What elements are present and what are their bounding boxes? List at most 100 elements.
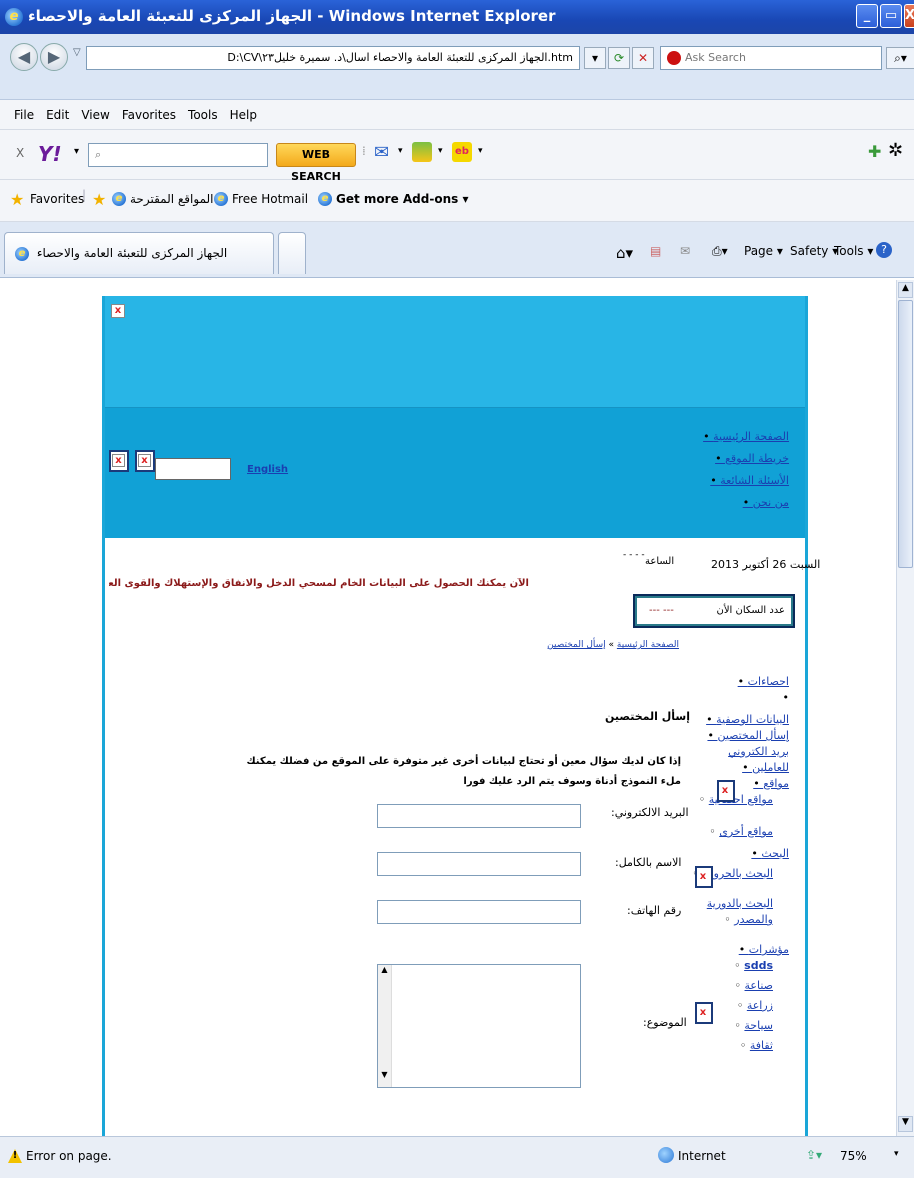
toolbar-close-button[interactable]: X [16, 146, 24, 160]
status-text[interactable]: Error on page. [26, 1149, 112, 1163]
side-nav-search-periodic[interactable]: البحث بالدورية والمصدر [707, 897, 773, 926]
window-title: الجهاز المركزى للتعبئة العامة والاحصاء -… [28, 7, 556, 25]
warning-icon[interactable]: ! [8, 1149, 22, 1163]
yahoo-dropdown-icon[interactable]: ▾ [74, 146, 79, 157]
search-input[interactable]: Ask Search [660, 46, 882, 70]
add-button-icon[interactable]: ✚ [868, 142, 881, 161]
side-nav-sites[interactable]: مواقع [753, 777, 789, 790]
side-nav-other-sites[interactable]: مواقع أخرى [719, 825, 773, 838]
settings-gear-icon[interactable]: ✲ [888, 140, 903, 161]
side-nav-sdds[interactable]: sdds [744, 959, 773, 972]
address-input[interactable]: D:\CV\الجهاز المركزى للتعبئة العامة والا… [86, 46, 580, 70]
nav-faq[interactable]: الأسئلة الشائعة [710, 474, 789, 487]
safety-menu[interactable]: Safety ▾ [790, 244, 838, 258]
side-nav-staff-mail[interactable]: بريد الكتروني للعاملين [728, 745, 789, 774]
side-nav-indicators[interactable]: مؤشرات [739, 943, 789, 956]
feeds-icon[interactable]: ▤ [650, 244, 661, 258]
home-icon[interactable]: ⌂▾ [616, 244, 633, 262]
free-hotmail-link[interactable]: Free Hotmail [232, 192, 308, 206]
tab-title: الجهاز المركزى للتعبئة العامة والاحصاء [36, 246, 228, 260]
breadcrumb: الصفحة الرئيسية » إسأل المختصين [547, 640, 679, 650]
menu-help[interactable]: Help [230, 100, 257, 130]
minimize-button[interactable]: _ [856, 4, 878, 28]
protected-mode-icon[interactable]: ⇪▾ [806, 1148, 822, 1162]
tools-menu[interactable]: Tools ▾ [834, 244, 873, 258]
menu-file[interactable]: File [14, 100, 34, 130]
new-tab-button[interactable] [278, 232, 306, 274]
time-label: الساعة [645, 556, 675, 567]
broken-image-box: x [695, 866, 713, 888]
ie-logo-icon: e [5, 8, 23, 26]
yahoo-logo-icon[interactable]: Y! [38, 142, 62, 166]
add-favorite-icon[interactable]: ★ [92, 190, 106, 209]
breadcrumb-current[interactable]: إسأل المختصين [547, 640, 606, 650]
ebay-dropdown-icon[interactable]: ▾ [478, 146, 483, 156]
breadcrumb-home[interactable]: الصفحة الرئيسية [617, 640, 679, 650]
header-nav-strip: x x English الصفحة الرئيسية خريطة الموقع… [105, 408, 805, 538]
page-container: x x x English الصفحة الرئيسية خريطة المو… [102, 296, 820, 1136]
maximize-button[interactable]: ▭ [880, 4, 902, 28]
english-link[interactable]: English [247, 464, 288, 475]
close-button[interactable]: X [904, 4, 914, 28]
side-nav-search[interactable]: البحث [751, 847, 789, 860]
answers-dropdown-icon[interactable]: ▾ [438, 146, 443, 156]
history-dropdown-icon[interactable]: ▽ [73, 47, 81, 58]
tab-bar: e الجهاز المركزى للتعبئة العامة والاحصاء… [0, 222, 914, 278]
toolbar-separator: ⁞ [362, 144, 366, 158]
forward-button[interactable]: ▶ [40, 43, 68, 71]
menu-tools[interactable]: Tools [188, 100, 218, 130]
breadcrumb-sep: » [605, 640, 617, 650]
mail-dropdown-icon[interactable]: ▾ [398, 146, 403, 156]
side-nav-culture[interactable]: ثقافة [750, 1039, 773, 1052]
nav-sitemap[interactable]: خريطة الموقع [715, 452, 789, 465]
name-field[interactable] [377, 852, 581, 876]
scroll-up-icon[interactable]: ▲ [898, 282, 913, 298]
site-search-input[interactable] [155, 458, 231, 480]
menu-edit[interactable]: Edit [46, 100, 69, 130]
url-text: D:\CV\الجهاز المركزى للتعبئة العامة والا… [227, 51, 573, 64]
side-nav-industry[interactable]: صناعة [745, 979, 773, 992]
mail-icon[interactable]: ✉ [374, 142, 389, 163]
back-button[interactable]: ◀ [10, 43, 38, 71]
read-mail-icon[interactable]: ✉ [680, 244, 690, 258]
scroll-down-icon[interactable]: ▼ [898, 1116, 913, 1132]
textarea-scrollbar[interactable]: ▲ ▼ [378, 965, 392, 1087]
menu-favorites[interactable]: Favorites [122, 100, 176, 130]
web-search-button[interactable]: WEB SEARCH [276, 143, 356, 183]
yahoo-search-input[interactable]: ⌕ [88, 143, 268, 167]
search-button-image[interactable]: x [109, 450, 129, 472]
stop-icon[interactable]: ✕ [632, 47, 654, 69]
side-nav-statistics[interactable]: احصاءات [738, 675, 789, 688]
refresh-icon[interactable]: ⟳ [608, 47, 630, 69]
side-nav-tourism[interactable]: سياحة [744, 1019, 773, 1032]
scroll-thumb[interactable] [898, 300, 913, 568]
favbar-separator: | [82, 188, 87, 202]
nav-about[interactable]: من نحن [743, 496, 789, 509]
ie-page-icon: e [112, 192, 126, 206]
menu-view[interactable]: View [81, 100, 109, 130]
get-addons-link[interactable]: Get more Add-ons ▾ [336, 192, 468, 206]
side-nav-metadata[interactable]: البيانات الوصفية [706, 713, 789, 726]
zoom-level[interactable]: 75% [840, 1149, 867, 1163]
address-dropdown-icon[interactable]: ▾ [584, 47, 606, 69]
subject-textarea[interactable]: ▲ ▼ [377, 964, 581, 1088]
favorites-button[interactable]: Favorites [30, 192, 84, 206]
search-go-icon[interactable]: ⌕▾ [886, 47, 914, 69]
page-scrollbar[interactable]: ▲ ▼ [896, 280, 914, 1136]
suggested-sites-link[interactable]: المواقع المقترحة ▾ [130, 192, 223, 206]
answers-icon[interactable] [412, 142, 432, 162]
nav-home[interactable]: الصفحة الرئيسية [703, 430, 789, 443]
browser-tab[interactable]: e الجهاز المركزى للتعبئة العامة والاحصاء [4, 232, 274, 274]
favorites-star-icon: ★ [10, 190, 25, 209]
email-field[interactable] [377, 804, 581, 828]
ebay-icon[interactable]: eb [452, 142, 472, 162]
email-label: البريد الالكتروني: [611, 806, 689, 819]
phone-field[interactable] [377, 900, 581, 924]
search-icon-image[interactable]: x [135, 450, 155, 472]
side-nav-agriculture[interactable]: زراعة [747, 999, 773, 1012]
help-icon[interactable]: ? [876, 242, 892, 258]
print-icon[interactable]: ⎙▾ [712, 244, 728, 259]
page-menu[interactable]: Page ▾ [744, 244, 783, 258]
side-nav-ask[interactable]: إسأل المختصين [707, 729, 789, 742]
zoom-dropdown-icon[interactable]: ▾ [894, 1149, 899, 1159]
